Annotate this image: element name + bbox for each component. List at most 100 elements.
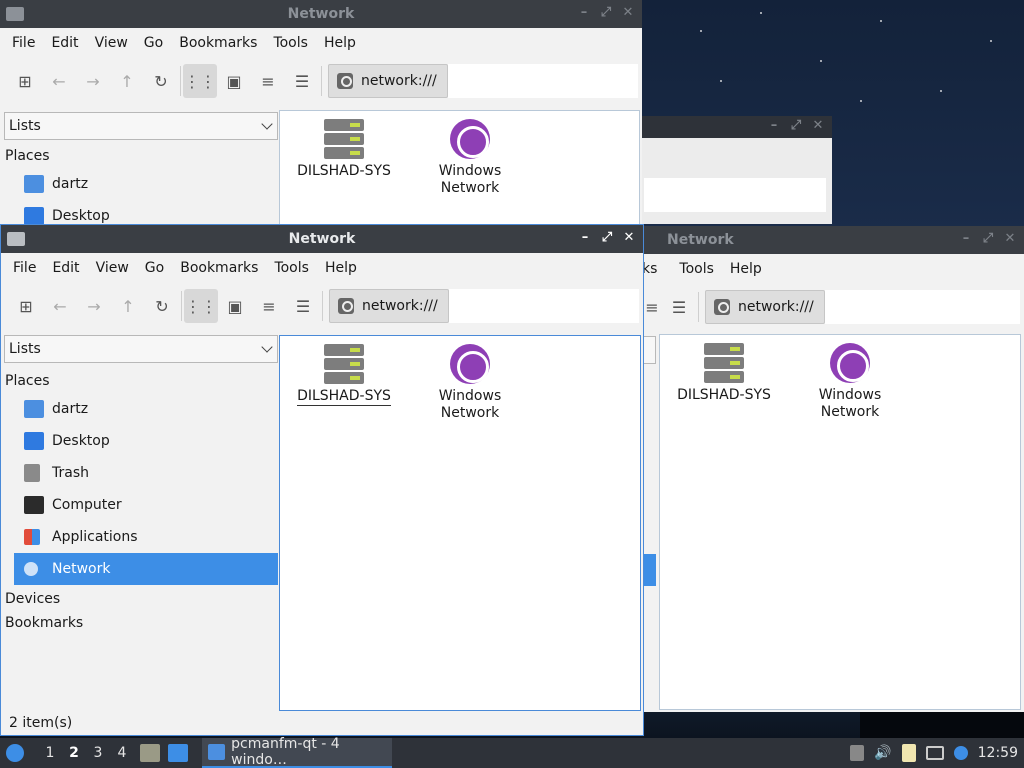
file-manager-launcher-icon[interactable] [140, 744, 160, 762]
start-menu-button[interactable] [0, 738, 30, 768]
places-header[interactable]: Places [4, 369, 278, 393]
menu-bookmarks[interactable]: Bookmarks [171, 35, 265, 51]
window-active[interactable]: Network – ⤢ ✕ File Edit View Go Bookmarks … [0, 224, 644, 736]
new-tab-icon[interactable]: ⊞ [9, 289, 43, 323]
menu-tools[interactable]: Tools [266, 260, 317, 276]
side-pane-mode-select[interactable]: Lists [4, 112, 278, 140]
menu-bookmarks-partial[interactable]: ks [642, 261, 665, 277]
forward-icon[interactable]: → [76, 64, 110, 98]
menu-help[interactable]: Help [317, 260, 365, 276]
sidebar-item-desktop[interactable]: Desktop [14, 200, 278, 224]
maximize-icon[interactable]: ⤢ [788, 118, 804, 134]
menu-edit[interactable]: Edit [44, 260, 87, 276]
location-button[interactable]: network:/// [329, 289, 449, 323]
minimize-icon[interactable]: – [766, 118, 782, 134]
background-window-small[interactable]: – ⤢ ✕ [640, 116, 832, 224]
file-view[interactable]: DILSHAD-SYS Windows Network [279, 110, 640, 224]
thumbnail-view-icon[interactable]: ▣ [217, 64, 251, 98]
file-item-windows-network[interactable]: Windows Network [410, 119, 530, 197]
window-top[interactable]: Network – ⤢ ✕ File Edit View Go Bookmarks … [0, 0, 642, 224]
window-titlebar[interactable]: Network – ⤢ ✕ [642, 226, 1024, 254]
side-pane-mode-select[interactable]: Lists [4, 335, 278, 363]
file-view[interactable]: DILSHAD-SYS Windows Network [279, 335, 641, 711]
file-item-dilshad-sys[interactable]: DILSHAD-SYS [284, 344, 404, 406]
background-window-small-titlebar[interactable]: – ⤢ ✕ [640, 116, 832, 138]
sidebar-item-dartz[interactable]: dartz [14, 393, 278, 425]
menu-file[interactable]: File [5, 260, 44, 276]
path-bar[interactable] [824, 290, 1020, 324]
bookmarks-header[interactable]: Bookmarks [4, 611, 278, 635]
close-icon[interactable]: ✕ [621, 230, 637, 246]
path-bar[interactable] [447, 64, 638, 98]
minimize-icon[interactable]: – [958, 231, 974, 247]
up-icon[interactable]: ↑ [110, 64, 144, 98]
sidebar-item-network[interactable]: Network [14, 553, 278, 585]
menu-view[interactable]: View [87, 35, 136, 51]
menu-go[interactable]: Go [137, 260, 172, 276]
minimize-icon[interactable]: – [577, 230, 593, 246]
tray-up-icon[interactable] [850, 745, 865, 761]
menu-view[interactable]: View [88, 260, 137, 276]
close-icon[interactable]: ✕ [810, 118, 826, 134]
menu-tools[interactable]: Tools [665, 261, 722, 277]
window-titlebar[interactable]: Network – ⤢ ✕ [0, 0, 642, 28]
reload-icon[interactable]: ↻ [145, 289, 179, 323]
close-icon[interactable]: ✕ [620, 5, 636, 21]
side-pane-mode-select-partial[interactable] [642, 336, 656, 364]
desktop-switch-2[interactable]: 2 [62, 745, 86, 761]
show-desktop-icon[interactable] [168, 744, 188, 762]
compact-view-icon[interactable]: ≡ [251, 64, 285, 98]
compact-view-icon[interactable]: ≡ [642, 290, 662, 324]
taskbar-window-button[interactable]: pcmanfm-qt - 4 windo… [202, 736, 392, 768]
file-item-dilshad-sys[interactable]: DILSHAD-SYS [284, 119, 404, 180]
maximize-icon[interactable]: ⤢ [980, 231, 996, 247]
menu-tools[interactable]: Tools [265, 35, 316, 51]
file-item-dilshad-sys[interactable]: DILSHAD-SYS [664, 343, 784, 404]
location-button[interactable]: network:/// [705, 290, 825, 324]
detail-view-icon[interactable]: ☰ [662, 290, 696, 324]
sidebar-item-desktop[interactable]: Desktop [14, 425, 278, 457]
forward-icon[interactable]: → [77, 289, 111, 323]
up-icon[interactable]: ↑ [111, 289, 145, 323]
file-item-windows-network[interactable]: Windows Network [410, 344, 530, 422]
reload-icon[interactable]: ↻ [144, 64, 178, 98]
menu-help[interactable]: Help [722, 261, 770, 277]
sidebar-item-network-partial[interactable] [642, 554, 656, 586]
update-notifier-icon[interactable] [953, 746, 968, 760]
location-button[interactable]: network:/// [328, 64, 448, 98]
icon-view-icon[interactable]: ⋮⋮ [184, 289, 218, 323]
clock[interactable]: 12:59 [978, 745, 1018, 761]
sidebar-item-dartz[interactable]: dartz [14, 168, 278, 200]
new-tab-icon[interactable]: ⊞ [8, 64, 42, 98]
compact-view-icon[interactable]: ≡ [252, 289, 286, 323]
menu-file[interactable]: File [4, 35, 43, 51]
sidebar-item-trash[interactable]: Trash [14, 457, 278, 489]
detail-view-icon[interactable]: ☰ [285, 64, 319, 98]
desktop-switch-1[interactable]: 1 [38, 745, 62, 761]
file-view[interactable]: DILSHAD-SYS Windows Network [659, 334, 1021, 710]
path-bar[interactable] [448, 289, 639, 323]
sidebar-item-applications[interactable]: Applications [14, 521, 278, 553]
menu-bookmarks[interactable]: Bookmarks [172, 260, 266, 276]
volume-icon[interactable]: 🔊 [874, 745, 891, 761]
window-right[interactable]: Network – ⤢ ✕ ks Tools Help ≡ ☰ network://… [642, 226, 1024, 712]
minimize-icon[interactable]: – [576, 5, 592, 21]
clipboard-icon[interactable] [901, 744, 916, 762]
icon-view-icon[interactable]: ⋮⋮ [183, 64, 217, 98]
sidebar-item-computer[interactable]: Computer [14, 489, 278, 521]
maximize-icon[interactable]: ⤢ [598, 5, 614, 21]
network-tray-icon[interactable] [925, 746, 944, 760]
devices-header[interactable]: Devices [4, 587, 278, 611]
menu-go[interactable]: Go [136, 35, 171, 51]
menu-edit[interactable]: Edit [43, 35, 86, 51]
places-header[interactable]: Places [4, 144, 278, 168]
maximize-icon[interactable]: ⤢ [599, 230, 615, 246]
thumbnail-view-icon[interactable]: ▣ [218, 289, 252, 323]
back-icon[interactable]: ← [43, 289, 77, 323]
detail-view-icon[interactable]: ☰ [286, 289, 320, 323]
desktop-switch-3[interactable]: 3 [86, 745, 110, 761]
close-icon[interactable]: ✕ [1002, 231, 1018, 247]
menu-help[interactable]: Help [316, 35, 364, 51]
file-item-windows-network[interactable]: Windows Network [790, 343, 910, 421]
back-icon[interactable]: ← [42, 64, 76, 98]
